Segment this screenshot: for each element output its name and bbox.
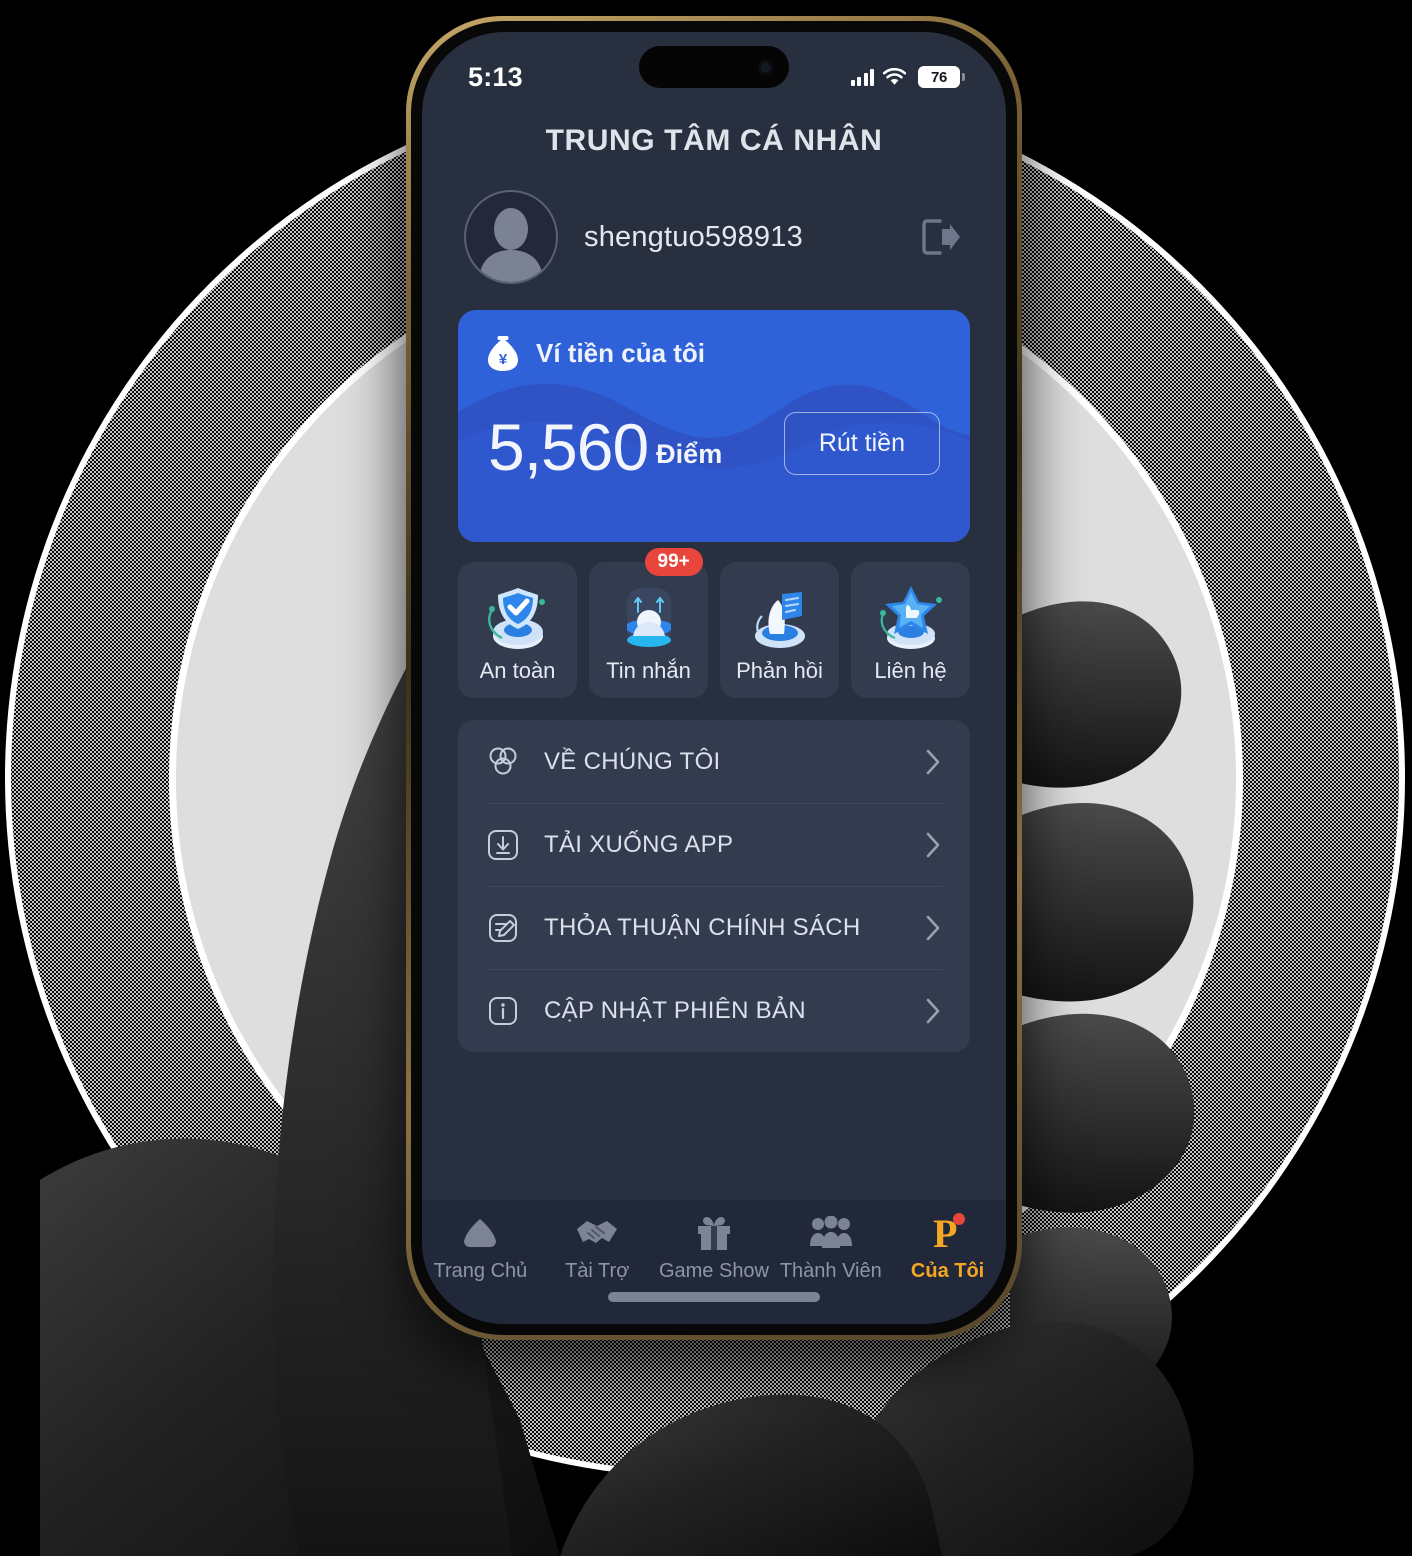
quick-action-label: An toàn [479,658,556,683]
battery-icon: 76 [918,66,965,88]
status-indicators: 76 [850,66,965,88]
tab-game-show[interactable]: Game Show [656,1212,773,1283]
phone-device: 5:13 76 TRUNG TÂM CÁ NHÂN shengtuo598913… [406,16,1022,1340]
menu-item-label: TẢI XUỐNG APP [544,830,734,858]
status-bar: 5:13 76 [422,32,1006,116]
shield-check-3d-icon [487,588,545,649]
chevron-right-icon [926,915,940,940]
message-badge: 99+ [644,548,703,576]
about-circles-icon [489,747,517,774]
handshake-icon [575,1212,619,1254]
quick-action-label: Phản hồi [736,658,823,683]
quick-action-label: Tin nhắn [606,658,691,683]
profile-row: shengtuo598913 [422,158,1006,284]
wallet-title: Ví tiền của tôi [536,337,706,368]
quick-action-phan-hoi[interactable]: Phản hồi [720,562,839,698]
phone-bezel: 5:13 76 TRUNG TÂM CÁ NHÂN shengtuo598913… [411,21,1017,1335]
wallet-points-unit: Điểm [656,439,723,469]
username: shengtuo598913 [584,220,803,253]
front-camera-icon [758,59,773,75]
phone-screen: 5:13 76 TRUNG TÂM CÁ NHÂN shengtuo598913… [422,32,1006,1324]
feedback-flag-3d-icon [754,592,805,648]
menu-item-label: VỀ CHÚNG TÔI [544,747,721,775]
status-time: 5:13 [468,61,523,92]
quick-action-an-toan[interactable]: An toàn [458,562,577,698]
withdraw-button[interactable]: Rút tiền [783,412,940,475]
tab-label: Thành Viên [779,1260,882,1282]
svg-text:¥: ¥ [499,351,508,368]
contact-star-3d-icon [879,586,942,649]
tab-label: Trang Chủ [433,1260,528,1282]
tab-tai-tro[interactable]: Tài Trợ [539,1212,656,1283]
tab-thanh-vien[interactable]: Thành Viên [772,1212,889,1283]
home-indicator[interactable] [608,1292,820,1302]
policy-edit-icon [489,913,517,942]
menu-item-about-us[interactable]: VỀ CHÚNG TÔI [458,720,970,803]
menu-item-label: CẬP NHẬT PHIÊN BẢN [544,996,806,1024]
tab-label: Game Show [658,1260,770,1282]
tab-label: Tài Trợ [565,1260,630,1282]
chevron-right-icon [926,998,940,1023]
info-icon [489,996,517,1025]
wallet-header: ¥ Ví tiền của tôi [458,310,970,372]
gift-icon [695,1212,733,1254]
settings-menu-list: VỀ CHÚNG TÔI TẢI XUỐNG APP THỎA THUẬN CH… [458,720,970,1052]
avatar[interactable] [464,190,558,284]
tab-label: Của Tôi [910,1260,985,1282]
screenshot-stage: 5:13 76 TRUNG TÂM CÁ NHÂN shengtuo598913… [0,0,1412,1556]
menu-item-download-app[interactable]: TẢI XUỐNG APP [458,803,970,886]
menu-item-version-update[interactable]: CẬP NHẬT PHIÊN BẢN [458,969,970,1052]
chevron-right-icon [926,832,940,857]
menu-item-label: THỎA THUẬN CHÍNH SÁCH [544,913,861,941]
wallet-points: 5,560 [488,410,649,485]
tab-trang-chu[interactable]: Trang Chủ [422,1212,539,1283]
page-title: TRUNG TÂM CÁ NHÂN [545,124,883,157]
avatar-placeholder-icon [479,208,543,282]
chevron-right-icon [926,749,940,774]
logout-button[interactable] [918,214,964,260]
quick-action-lien-he[interactable]: Liên hệ [851,562,970,698]
p-logo-icon: P [928,1211,968,1255]
wallet-body: 5,560 Điểm Rút tiền [458,372,970,485]
home-icon [460,1212,500,1254]
logout-icon [922,219,960,255]
members-icon [809,1212,853,1254]
bottom-tab-bar: Trang Chủ Tài Trợ Game Show Thành Viên P… [422,1200,1006,1324]
quick-action-label: Liên hệ [874,658,947,683]
tab-cua-toi[interactable]: P Của Tôi [889,1211,1006,1283]
money-bag-icon: ¥ [488,336,518,371]
menu-item-policy-agreement[interactable]: THỎA THUẬN CHÍNH SÁCH [458,886,970,969]
quick-actions-row: An toàn 99+ Tin nhắn Phản hồi Liên hệ [458,548,970,698]
wifi-icon [882,67,907,85]
download-icon [488,829,518,860]
wallet-card[interactable]: ¥ Ví tiền của tôi 5,560 Điểm Rút tiền [458,310,970,542]
message-person-3d-icon [626,588,671,647]
cellular-bars-icon [850,68,874,86]
quick-action-tin-nhan[interactable]: 99+ Tin nhắn [589,548,708,698]
battery-level: 76 [930,68,948,86]
dynamic-island [639,46,789,88]
